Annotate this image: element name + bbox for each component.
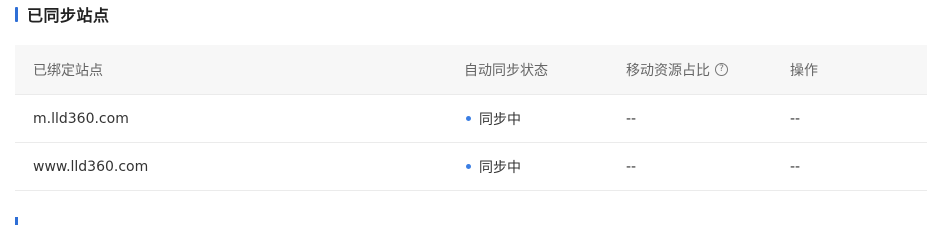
section-accent-bar: [15, 6, 18, 22]
column-header-sync-status: 自动同步状态: [464, 62, 548, 79]
table-row: m.lld360.com 同步中 -- --: [15, 95, 927, 143]
status-dot-icon: [466, 116, 471, 121]
column-header-site: 已绑定站点: [33, 62, 103, 79]
action-cell: --: [790, 158, 801, 175]
column-header-mobile-ratio-label: 移动资源占比: [626, 62, 710, 79]
table-header-row: 已绑定站点 自动同步状态 移动资源占比 ? 操作: [15, 45, 927, 95]
status-dot-icon: [466, 164, 471, 169]
section-header: 已同步站点: [15, 3, 110, 25]
column-header-mobile-ratio: 移动资源占比 ?: [626, 60, 790, 80]
sync-status-cell: 同步中: [464, 157, 626, 177]
site-cell: m.lld360.com: [33, 110, 129, 127]
sync-status-label: 同步中: [479, 111, 521, 128]
next-section-header-partial: [15, 217, 27, 225]
section-title: 已同步站点: [27, 6, 110, 25]
table-row: www.lld360.com 同步中 -- --: [15, 143, 927, 191]
sync-status-label: 同步中: [479, 159, 521, 176]
action-cell: --: [790, 110, 801, 127]
site-cell: www.lld360.com: [33, 158, 149, 175]
mobile-ratio-cell: --: [626, 158, 637, 175]
page: 已同步站点 已绑定站点 自动同步状态 移动资源占比 ? 操作 m.lld360.…: [0, 0, 927, 225]
sync-status-cell: 同步中: [464, 109, 626, 129]
column-header-action: 操作: [790, 62, 818, 79]
synced-sites-table: 已绑定站点 自动同步状态 移动资源占比 ? 操作 m.lld360.com 同步…: [15, 45, 927, 191]
next-section-accent-bar: [15, 217, 18, 225]
mobile-ratio-cell: --: [626, 110, 637, 127]
question-circle-icon[interactable]: ?: [715, 63, 728, 76]
